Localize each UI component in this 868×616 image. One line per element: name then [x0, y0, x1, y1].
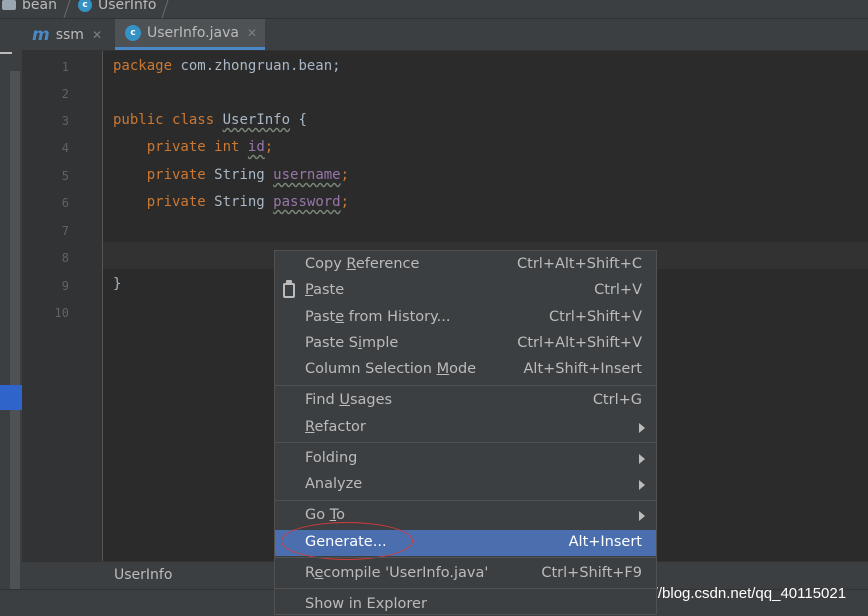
shortcut: Ctrl+Shift+F9: [541, 565, 642, 581]
menu-item-folding[interactable]: Folding: [275, 446, 656, 472]
code-line-3: public class UserInfo {: [113, 112, 307, 128]
line-number: 4: [61, 141, 69, 155]
project-tool-strip: [0, 19, 22, 615]
menu-item-analyze[interactable]: Analyze: [275, 472, 656, 498]
code-line-6: private String password;: [146, 194, 350, 210]
shortcut: Ctrl+Alt+Shift+C: [517, 256, 642, 272]
module-m-icon: m: [32, 24, 50, 45]
tab-userinfo-java[interactable]: c UserInfo.java ✕: [115, 19, 265, 50]
close-icon[interactable]: ✕: [92, 28, 102, 42]
submenu-arrow-icon: [639, 454, 645, 464]
shortcut: Ctrl+Alt+Shift+V: [517, 335, 642, 351]
clipboard-icon: [283, 280, 295, 298]
shortcut: Ctrl+Shift+V: [549, 309, 642, 325]
menu-item-show-in-explorer[interactable]: Show in Explorer: [275, 592, 656, 614]
tab-ssm-label: ssm: [55, 26, 84, 43]
code-line-5: private String username;: [146, 167, 350, 183]
menu-item-paste-from-history[interactable]: Paste from History... Ctrl+Shift+V: [275, 305, 656, 331]
line-number: 5: [61, 169, 69, 183]
menu-item-column-selection-mode[interactable]: Column Selection Mode Alt+Shift+Insert: [275, 357, 656, 383]
line-number: 6: [61, 196, 69, 210]
line-number: 1: [61, 60, 69, 74]
shortcut: Ctrl+G: [592, 392, 642, 408]
shortcut: Alt+Shift+Insert: [523, 361, 642, 377]
line-number: 7: [61, 224, 69, 238]
annotation-oval: [281, 522, 413, 560]
breadcrumb-separator-icon: [161, 0, 169, 18]
menu-item-paste[interactable]: Paste Ctrl+V: [275, 278, 656, 304]
project-scrollbar[interactable]: [10, 71, 20, 601]
line-number: 10: [54, 306, 69, 320]
line-number: 9: [61, 279, 69, 293]
menu-separator: [275, 557, 656, 558]
breadcrumb-package[interactable]: bean: [2, 0, 57, 12]
menu-item-paste-simple[interactable]: Paste Simple Ctrl+Alt+Shift+V: [275, 331, 656, 357]
menu-item-copy-reference[interactable]: Copy Reference Ctrl+Alt+Shift+C: [275, 252, 656, 278]
code-line-4: private int id;: [146, 139, 274, 155]
menu-separator: [275, 385, 656, 386]
tab-userinfo-label: UserInfo.java: [147, 25, 239, 41]
menu-item-find-usages[interactable]: Find Usages Ctrl+G: [275, 388, 656, 414]
menu-item-recompile[interactable]: Recompile 'UserInfo.java' Ctrl+Shift+F9: [275, 561, 656, 587]
breadcrumb-package-label: bean: [22, 0, 57, 13]
code-line-9: }: [113, 276, 122, 292]
menu-item-refactor[interactable]: Refactor: [275, 415, 656, 441]
line-number-gutter[interactable]: 1 2 3 4 5 6 7 8 9 10: [22, 51, 103, 561]
breadcrumb-class[interactable]: c UserInfo: [78, 0, 156, 12]
tab-ssm[interactable]: m ssm ✕: [32, 19, 120, 50]
breadcrumb: bean c UserInfo: [0, 0, 868, 19]
line-number: 8: [61, 251, 69, 265]
class-icon: c: [125, 25, 141, 41]
submenu-arrow-icon: [639, 423, 645, 433]
menu-separator: [275, 442, 656, 443]
close-icon[interactable]: ✕: [247, 26, 257, 40]
submenu-arrow-icon: [639, 480, 645, 490]
menu-separator: [275, 500, 656, 501]
breadcrumb-separator-icon: [63, 0, 71, 18]
submenu-arrow-icon: [639, 511, 645, 521]
code-line-1: package com.zhongruan.bean;: [113, 58, 341, 74]
menu-separator: [275, 588, 656, 589]
folder-icon: [2, 0, 16, 10]
context-menu: Copy Reference Ctrl+Alt+Shift+C Paste Ct…: [274, 250, 657, 615]
line-number: 3: [61, 114, 69, 128]
collapse-icon[interactable]: [0, 52, 12, 54]
breadcrumb-class-label: UserInfo: [98, 0, 157, 13]
shortcut: Alt+Insert: [568, 534, 642, 550]
class-icon: c: [78, 0, 92, 12]
shortcut: Ctrl+V: [594, 282, 642, 298]
project-selected-row[interactable]: [0, 385, 22, 410]
line-number: 2: [61, 87, 69, 101]
editor-tab-bar: m ssm ✕ c UserInfo.java ✕: [22, 19, 868, 51]
structure-label[interactable]: UserInfo: [114, 567, 172, 583]
